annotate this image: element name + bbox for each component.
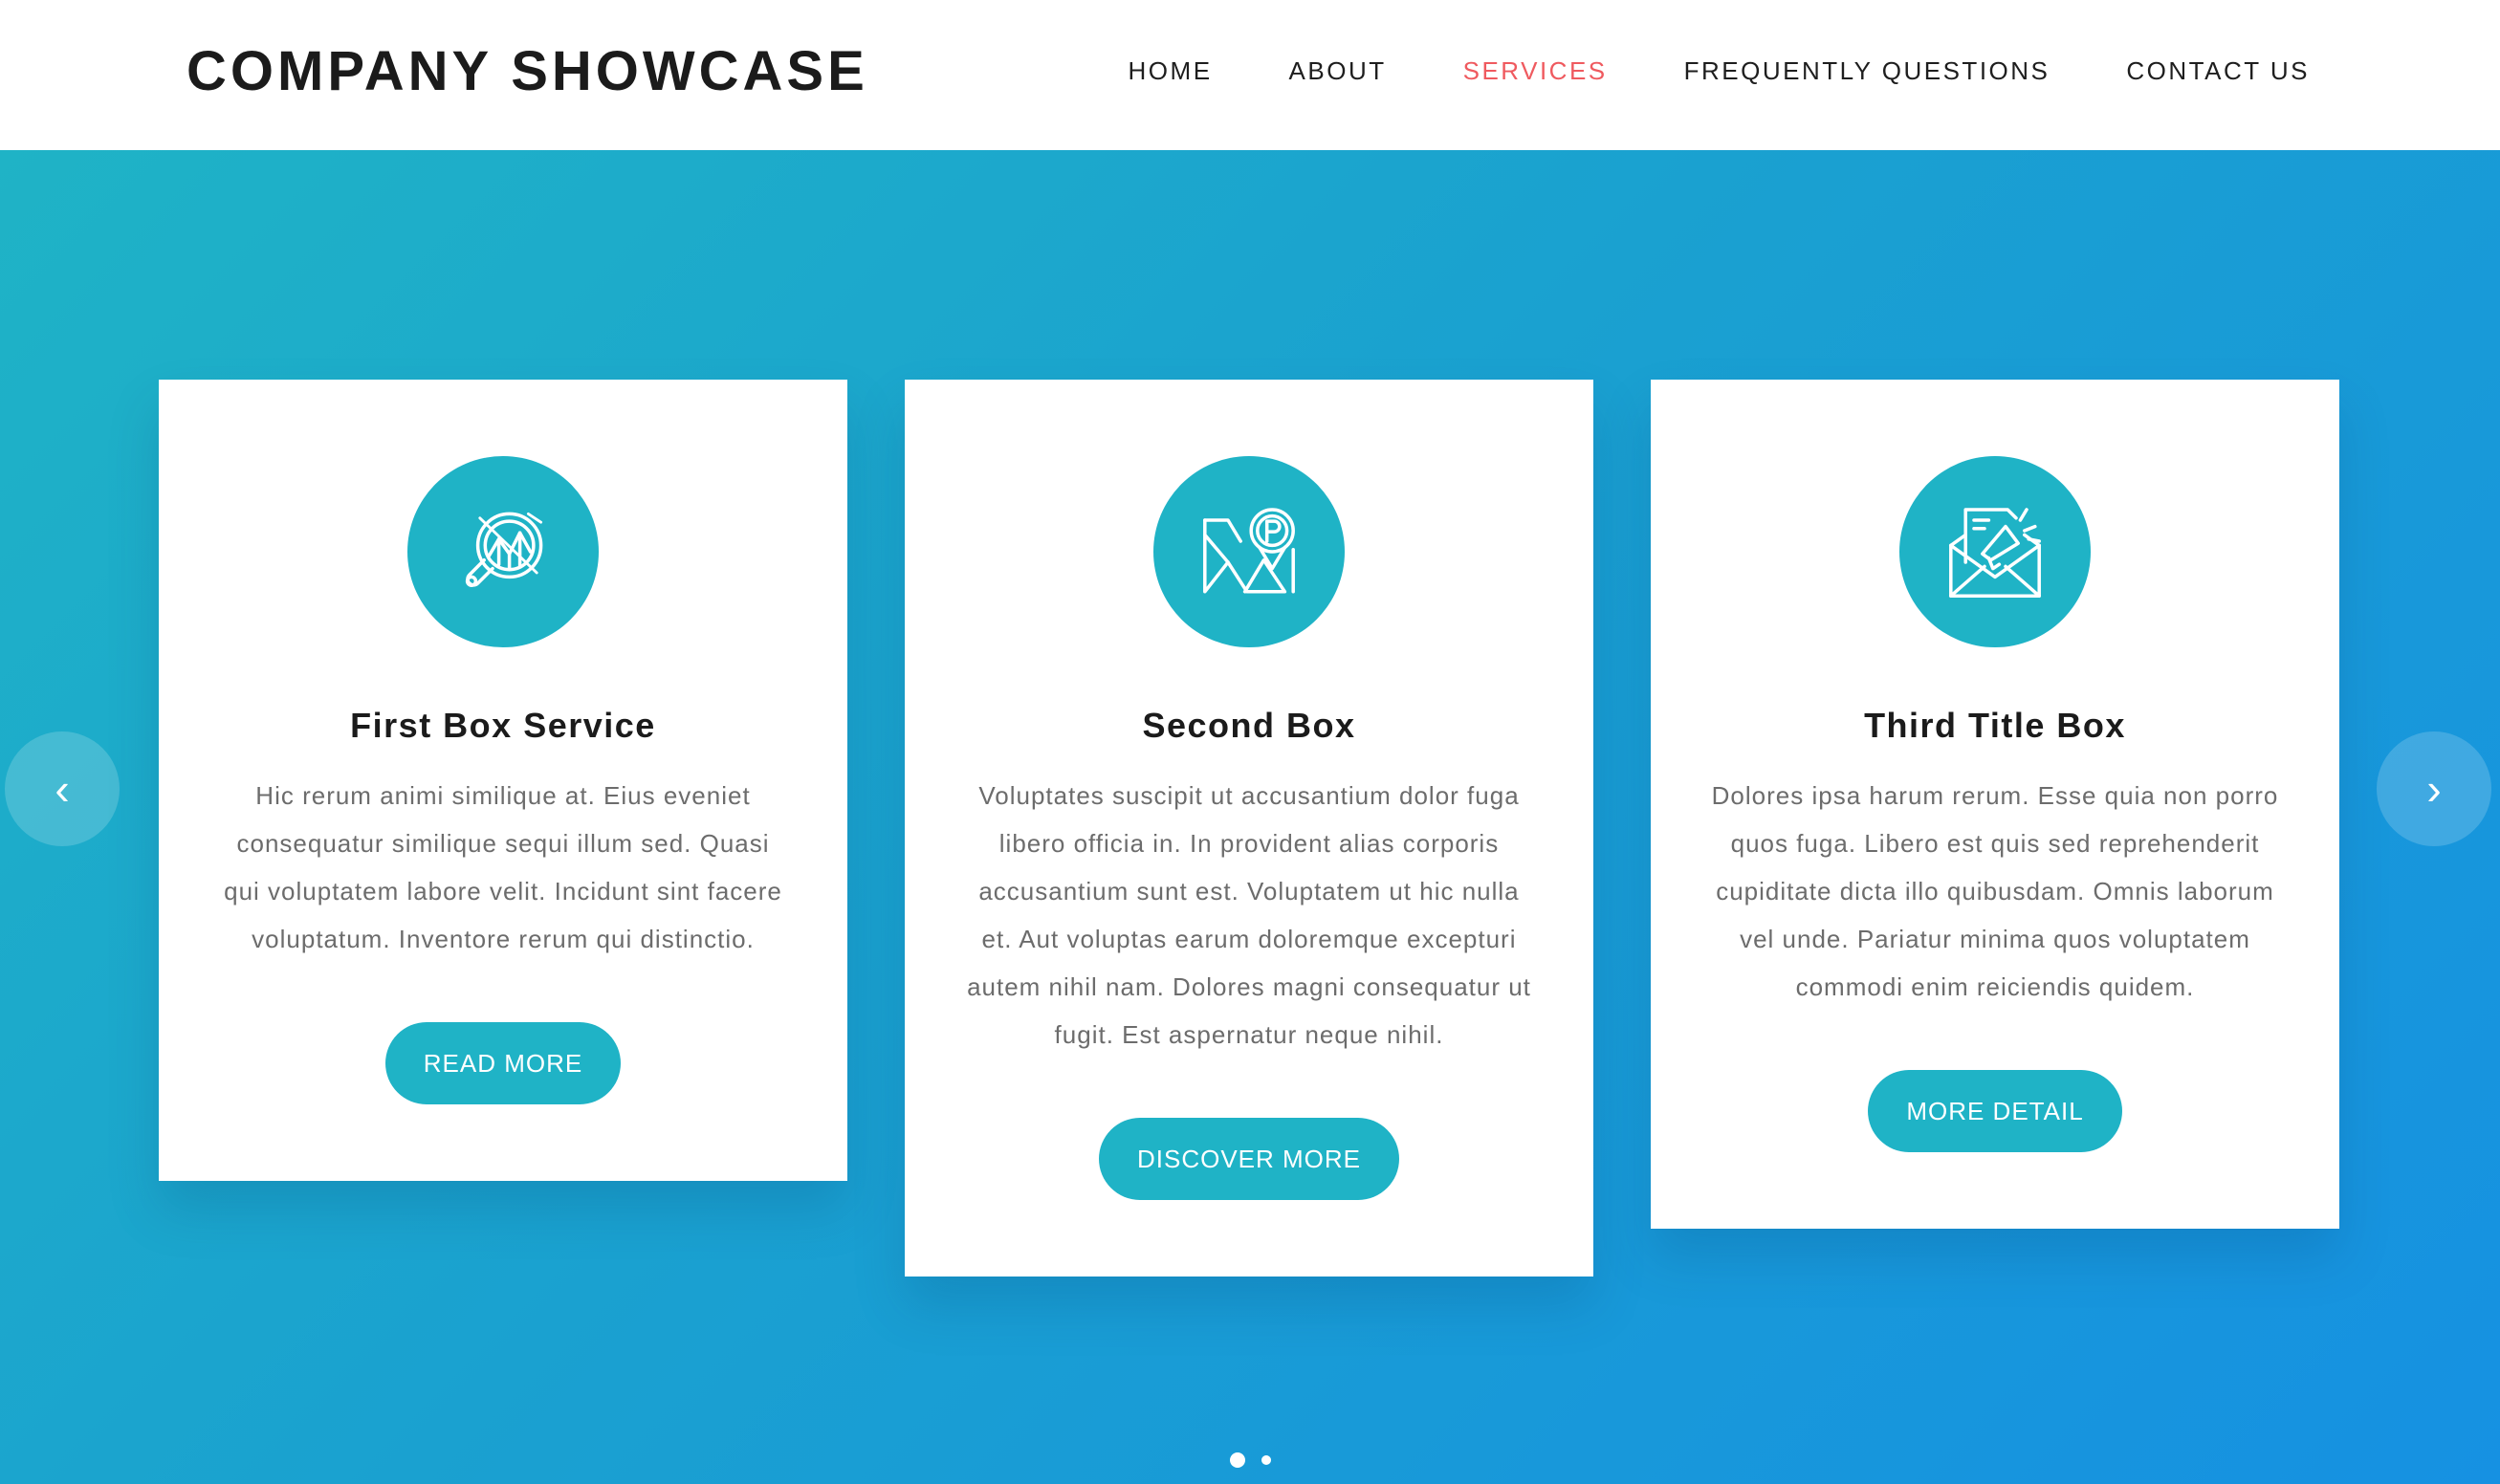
chevron-right-icon: ›: [2426, 764, 2442, 814]
carousel-prev-button[interactable]: ‹: [5, 731, 120, 846]
card-title: Second Box: [1142, 706, 1356, 745]
carousel-next-button[interactable]: ›: [2377, 731, 2491, 846]
map-parking-icon: [1153, 456, 1345, 647]
nav-home[interactable]: HOME: [1129, 55, 1213, 86]
service-card-2: Second Box Voluptates suscipit ut accusa…: [905, 380, 1593, 1277]
nav-about[interactable]: ABOUT: [1289, 55, 1387, 86]
carousel-dot-2[interactable]: [1261, 1455, 1271, 1465]
search-chart-icon: [407, 456, 599, 647]
carousel-dot-1[interactable]: [1229, 1452, 1245, 1468]
card-title: First Box Service: [350, 706, 656, 745]
services-carousel: ‹ First Box Service Hic rerum animi simi…: [0, 150, 2500, 1484]
nav-services[interactable]: SERVICES: [1463, 55, 1608, 86]
main-nav: HOME ABOUT SERVICES FREQUENTLY QUESTIONS…: [1129, 55, 2310, 86]
discover-more-button[interactable]: DISCOVER MORE: [1098, 1118, 1400, 1200]
read-more-button[interactable]: READ MORE: [384, 1022, 622, 1104]
service-card-3: Third Title Box Dolores ipsa harum rerum…: [1651, 380, 2339, 1229]
card-title: Third Title Box: [1864, 706, 2126, 745]
brand-logo[interactable]: COMPANY SHOWCASE: [186, 40, 868, 103]
site-header: COMPANY SHOWCASE HOME ABOUT SERVICES FRE…: [0, 0, 2500, 150]
nav-contact[interactable]: CONTACT US: [2126, 55, 2310, 86]
carousel-pagination: [0, 1452, 2500, 1468]
nav-faq[interactable]: FREQUENTLY QUESTIONS: [1684, 55, 2050, 86]
more-detail-button[interactable]: MORE DETAIL: [1868, 1070, 2122, 1152]
card-description: Voluptates suscipit ut accusantium dolor…: [967, 781, 1531, 1049]
card-description: Hic rerum animi similique at. Eius eveni…: [224, 781, 782, 953]
chevron-left-icon: ‹: [55, 764, 70, 814]
card-description: Dolores ipsa harum rerum. Esse quia non …: [1711, 781, 2279, 1001]
service-card-1: First Box Service Hic rerum animi simili…: [159, 380, 847, 1181]
envelope-megaphone-icon: [1899, 456, 2091, 647]
